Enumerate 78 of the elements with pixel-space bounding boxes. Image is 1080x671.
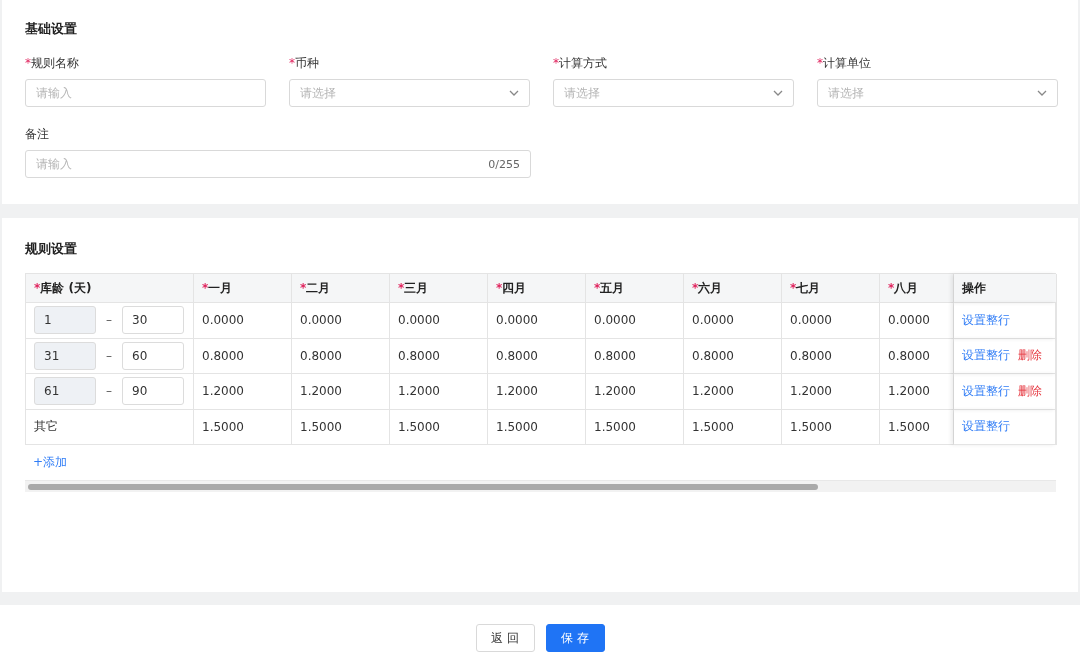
field-label: *计算单位 [817,55,872,72]
set-row-link[interactable]: 设置整行 [962,382,1010,400]
table-cell: 0.8000 [586,338,684,374]
table-cell: 1.2000 [782,374,880,410]
range-dash: – [105,313,113,328]
table-cell: 0.8000 [194,338,292,374]
input-field[interactable]: 请输入 0/255 [25,150,531,178]
column-header: *三月 [390,274,488,303]
column-header: 操作 [954,274,1057,303]
table-cell: 0.8000 [292,338,390,374]
table-cell: 1.5000 [292,409,390,445]
range-dash: – [105,384,113,399]
table-cell: 0.8000 [390,338,488,374]
column-header: *六月 [684,274,782,303]
range-dash: – [105,348,113,363]
field-label: *计算方式 [553,55,608,72]
delete-link[interactable]: 删除 [1018,347,1042,365]
table-cell: 0.0000 [880,303,954,339]
table-cell: 1.5000 [390,409,488,445]
table-cell: 1.5000 [880,409,954,445]
table-cell: 0.0000 [292,303,390,339]
input-field: 1 [34,306,96,335]
add-link[interactable]: +添加 [33,454,68,471]
select-field[interactable]: 请选择 [553,79,794,107]
table-cell: 1.2000 [292,374,390,410]
input-field: 61 [34,377,96,406]
set-row-link[interactable]: 设置整行 [962,311,1010,329]
table-cell: 0.0000 [194,303,292,339]
section-title: 规则设置 [25,240,78,258]
column-header: *四月 [488,274,586,303]
save-button[interactable]: 保 存 [545,624,605,652]
table-cell: 1.5000 [684,409,782,445]
input-field[interactable]: 90 [122,377,184,406]
table-cell: 0.8000 [684,338,782,374]
input-field[interactable]: 60 [122,341,184,370]
field-label: *币种 [289,55,320,72]
field-label: *规则名称 [25,55,80,72]
column-header: *库龄 (天) [26,274,194,303]
column-header: *二月 [292,274,390,303]
table-cell: 1.2000 [880,374,954,410]
scrollbar-thumb[interactable] [28,483,818,490]
table-cell: 1.5000 [194,409,292,445]
table-cell: 其它 [26,409,194,445]
table-cell: 0.0000 [390,303,488,339]
column-header: *一月 [194,274,292,303]
table-cell: 1.2000 [684,374,782,410]
chevron-down-icon [773,90,783,96]
table-cell: 0.0000 [684,303,782,339]
set-row-link[interactable]: 设置整行 [962,347,1010,365]
table-cell: 1.2000 [586,374,684,410]
table-cell: 1.5000 [586,409,684,445]
table-cell: 0.0000 [782,303,880,339]
column-header: *八月 [880,274,954,303]
table-cell: 0.0000 [586,303,684,339]
set-row-link[interactable]: 设置整行 [962,418,1010,436]
section-title: 基础设置 [25,20,78,38]
column-header: *五月 [586,274,684,303]
table-cell: 0.0000 [488,303,586,339]
chevron-down-icon [1037,90,1047,96]
select-field[interactable]: 请选择 [289,79,530,107]
input-field: 31 [34,341,96,370]
input-field[interactable]: 请输入 [25,79,266,107]
back-button[interactable]: 返 回 [475,624,535,652]
scrollbar-track[interactable] [25,480,1056,492]
input-field[interactable]: 30 [122,306,184,335]
delete-link[interactable]: 删除 [1018,382,1042,400]
table-cell: 1.2000 [390,374,488,410]
select-field[interactable]: 请选择 [817,79,1058,107]
table-cell: 1.5000 [488,409,586,445]
table-cell: 1.5000 [782,409,880,445]
table-cell: 0.8000 [488,338,586,374]
field-label: 备注 [25,126,50,143]
table-cell: 0.8000 [782,338,880,374]
chevron-down-icon [509,90,519,96]
table-cell: 0.8000 [880,338,954,374]
column-header: *七月 [782,274,880,303]
table-cell: 1.2000 [488,374,586,410]
table-cell: 1.2000 [194,374,292,410]
